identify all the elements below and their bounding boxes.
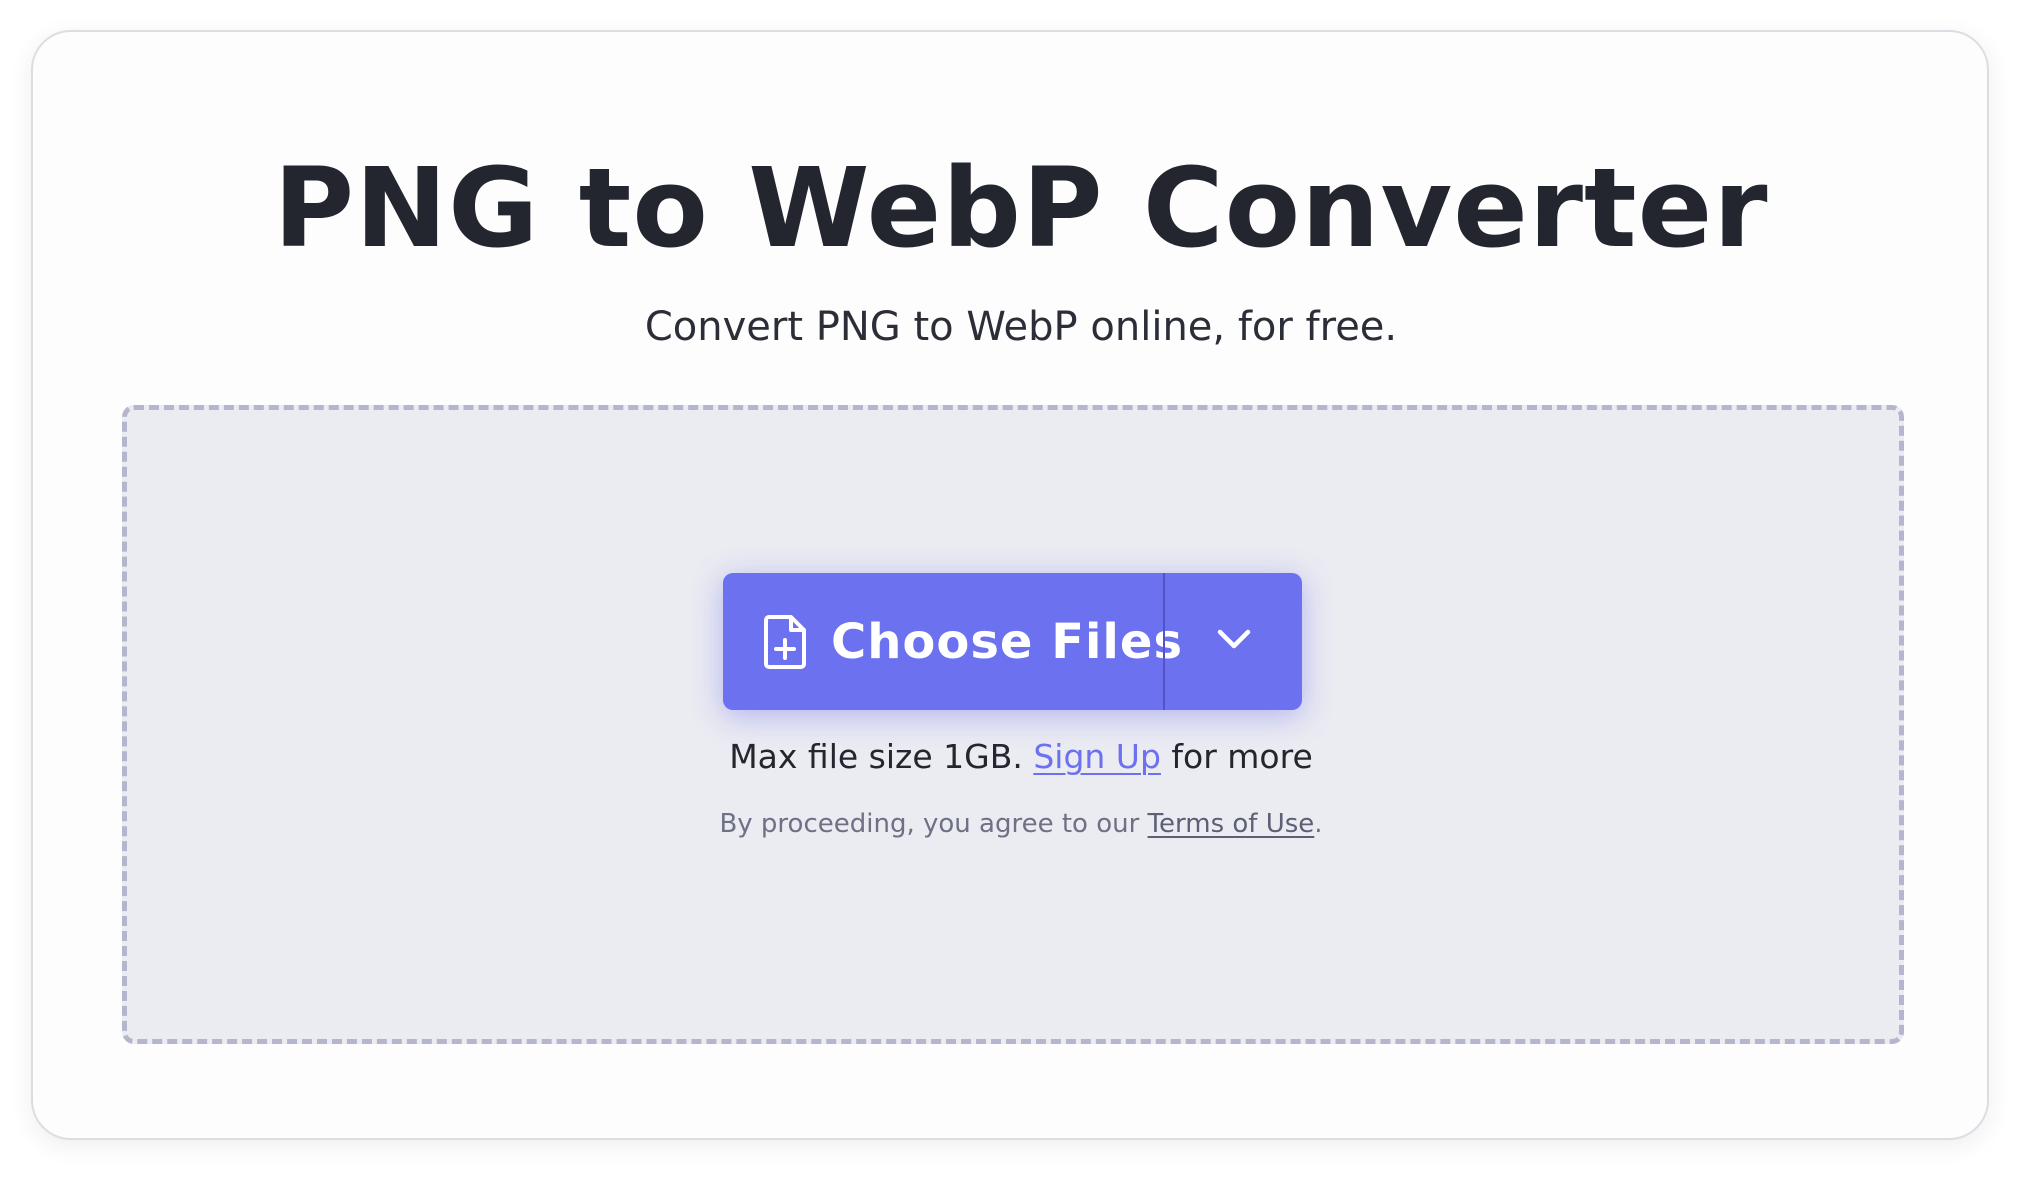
upload-source-dropdown-button[interactable]	[1165, 573, 1302, 710]
choose-files-label: Choose Files	[831, 613, 1184, 670]
file-dropzone[interactable]	[122, 405, 1904, 1044]
terms-of-use-link[interactable]: Terms of Use	[1148, 809, 1315, 839]
choose-files-button-group: Choose Files	[723, 573, 1302, 710]
file-plus-icon	[763, 614, 807, 670]
terms-suffix: .	[1314, 809, 1323, 839]
terms-notice: By proceeding, you agree to our Terms of…	[0, 806, 2042, 842]
max-size-suffix: for more	[1171, 737, 1313, 776]
max-file-size-info: Max file size 1GB. Sign Up for more	[0, 733, 2042, 781]
page-subtitle: Convert PNG to WebP online, for free.	[644, 304, 1398, 350]
max-size-text: Max file size 1GB.	[729, 737, 1023, 776]
chevron-down-icon	[1216, 628, 1252, 655]
page-title: PNG to WebP Converter	[273, 144, 1769, 272]
terms-prefix: By proceeding, you agree to our	[719, 809, 1140, 839]
sign-up-link[interactable]: Sign Up	[1033, 737, 1161, 776]
choose-files-button[interactable]: Choose Files	[723, 573, 1182, 710]
